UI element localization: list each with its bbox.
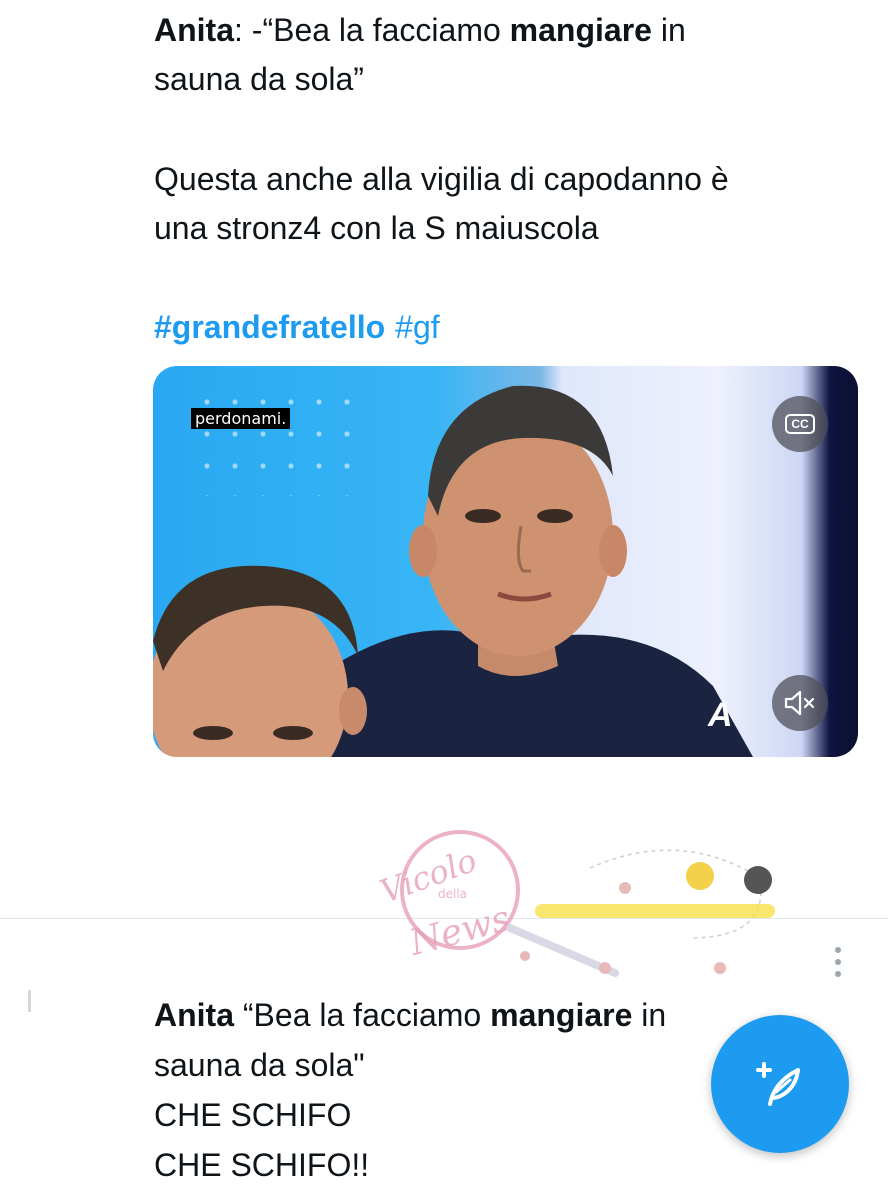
person-foreground-figure bbox=[153, 565, 367, 757]
hashtag-row: #grandefratello #gf bbox=[154, 303, 440, 352]
svg-text:News: News bbox=[404, 898, 514, 964]
video-player[interactable]: perdonami. A CC bbox=[153, 366, 858, 757]
hashtag-link[interactable]: #grandefratello bbox=[154, 309, 385, 345]
avatar-edge bbox=[28, 990, 31, 1012]
hashtag-link[interactable]: #gf bbox=[395, 309, 439, 345]
closed-captions-button[interactable]: CC bbox=[772, 396, 828, 452]
tweet-text-comment: Questa anche alla vigilia di capodanno è… bbox=[154, 161, 729, 246]
tweet-author-name: Anita bbox=[154, 997, 234, 1033]
channel-logo: A bbox=[708, 696, 733, 734]
svg-text:della: della bbox=[438, 887, 467, 901]
tweet-author-name: Anita bbox=[154, 12, 234, 48]
video-caption: perdonami. bbox=[191, 408, 291, 429]
speaker-muted-icon bbox=[784, 690, 815, 716]
compose-tweet-icon bbox=[756, 1062, 800, 1106]
more-options-icon[interactable] bbox=[828, 944, 848, 980]
mute-button[interactable] bbox=[772, 675, 828, 731]
tweet-text-intro: Anita: -“Bea la facciamo mangiare in sau… bbox=[154, 12, 686, 97]
cc-icon: CC bbox=[785, 414, 815, 434]
watermark-logo: Vicolo della News bbox=[375, 830, 775, 977]
compose-tweet-button[interactable] bbox=[711, 1015, 849, 1153]
